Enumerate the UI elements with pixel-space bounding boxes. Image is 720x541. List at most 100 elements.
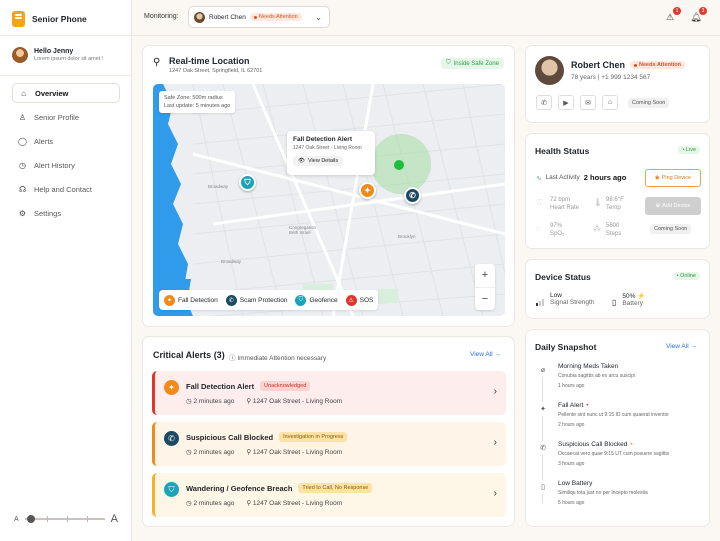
alert-bell-icon[interactable]: ⚠ 1	[664, 7, 681, 24]
pulse-icon: ∿	[536, 174, 542, 182]
view-all-alerts-link[interactable]: View All →	[470, 351, 501, 358]
fall-icon: ✦	[164, 380, 179, 395]
bell-icon[interactable]: 🔔︎ 3	[690, 7, 707, 24]
monitoring-label: Monitoring:	[144, 13, 179, 20]
steps-icon: ⁂	[593, 224, 601, 233]
alert-row-geofence[interactable]: ⛉ Wandering / Geofence Breach Tried to Ca…	[152, 473, 506, 517]
user-subtitle: Lorem ipsum dolor sit amet !	[34, 56, 104, 62]
chevron-right-icon: ›	[493, 437, 497, 448]
zoom-out-button[interactable]: −	[475, 287, 495, 310]
phone-blocked-icon: ✆	[225, 294, 237, 306]
popup-title: Fall Detection Alert	[293, 136, 352, 143]
legend-fall-detection[interactable]: ✦ Fall Detection	[164, 294, 218, 306]
call-icon[interactable]: ✆	[536, 95, 552, 110]
selected-senior-name: Robert Chen	[209, 13, 246, 21]
message-icon[interactable]: ✉	[580, 95, 596, 110]
location-card: ⚲ Real-time Location 1247 Oak Street, Sp…	[142, 45, 515, 327]
critical-alerts-title: Critical Alerts (3)	[153, 350, 225, 360]
legend-scam-protection[interactable]: ✆ Scam Protection	[225, 294, 287, 306]
video-call-icon[interactable]: ▶	[558, 95, 574, 110]
home-icon[interactable]: ⌂	[602, 95, 618, 110]
alert-title: Fall Detection Alert	[186, 381, 255, 391]
alert-time: ◷ 2 minutes ago	[186, 500, 235, 507]
slider-handle[interactable]	[26, 515, 35, 523]
top-bar: Monitoring: Robert Chen Needs Attention …	[132, 0, 720, 36]
location-pin-icon: ⚲	[153, 57, 161, 68]
health-status-card: Health Status • Live ∿ Last Activity 2 hou…	[525, 133, 710, 249]
sidebar-item-senior-profile[interactable]: ♙ Senior Profile	[12, 107, 120, 127]
add-device-button[interactable]: ⊕ Add Device	[645, 197, 701, 215]
senior-details: 78 years | +1 999 1234 567	[571, 74, 651, 81]
legend-sos[interactable]: ⚠ SOS	[345, 294, 373, 306]
user-greeting: Hello Jenny	[34, 48, 74, 55]
device-status-title: Device Status	[535, 272, 591, 282]
sidebar-item-alert-history[interactable]: ◷ Alert History	[12, 155, 120, 175]
map-canvas	[153, 84, 505, 316]
home-icon: ⌂	[21, 88, 26, 98]
safe-zone-badge: ⛉ Inside Safe Zone	[441, 58, 504, 69]
sidebar-nav: ⌂ Overview ♙ Senior Profile ◯ Alerts ◷ A…	[12, 83, 120, 227]
map-label: Brooklyn	[398, 234, 416, 239]
text-size-slider[interactable]	[24, 515, 105, 523]
sidebar-item-help[interactable]: ☊ Help and Contact	[12, 179, 120, 199]
history-icon: ◷	[19, 160, 26, 170]
attention-note: ⓘ Immediate Attention necessary	[229, 355, 327, 362]
sidebar-item-overview[interactable]: ⌂ Overview	[12, 83, 120, 103]
steps: 5600 Steps	[606, 223, 622, 237]
signal-strength: Low Signal Strength	[536, 292, 594, 306]
map[interactable]: Safe Zone: 500m radius Last update: 5 mi…	[153, 84, 505, 316]
shield-check-icon: ⛉	[446, 60, 451, 66]
alert-row-fall[interactable]: ✦ Fall Detection Alert Unacknowledged ◷ 2…	[152, 371, 506, 415]
daily-snapshot-card: Daily Snapshot View All → ⌀ Morning Meds…	[525, 329, 710, 527]
slider-tick	[66, 516, 68, 522]
sidebar-item-label: Senior Profile	[34, 112, 80, 122]
phone-logo-icon	[12, 11, 25, 27]
map-label: Congregation Beth Israel	[289, 225, 317, 235]
headset-icon: ☊	[18, 184, 27, 194]
alert-title: Wandering / Geofence Breach	[186, 483, 293, 493]
status-badge: Tried to Call, No Response	[298, 483, 373, 493]
fall-icon: ✦	[164, 294, 175, 306]
scam-protection-marker[interactable]: ✆	[404, 187, 421, 204]
battery-icon: ▯	[612, 298, 617, 307]
sidebar-item-label: Overview	[35, 88, 69, 98]
status-badge: Investigation in Progress	[279, 432, 348, 442]
phone-blocked-icon: ✆	[536, 441, 550, 455]
coming-soon-badge: Coming Soon	[650, 224, 692, 234]
view-details-button[interactable]: 👁︎ View Details	[293, 156, 344, 166]
divider	[0, 75, 132, 76]
phone-blocked-icon: ✆	[164, 431, 179, 446]
notification-count: 3	[699, 7, 707, 15]
app-logo[interactable]: Senior Phone	[12, 11, 87, 27]
text-size-large-label: A	[110, 513, 118, 525]
chevron-down-icon: ⌄	[315, 13, 322, 22]
ping-device-button[interactable]: ◉ Ping Device	[645, 169, 701, 187]
user-icon: ♙	[18, 112, 27, 122]
sidebar-item-label: Alert History	[34, 160, 75, 170]
sidebar-item-alerts[interactable]: ◯ Alerts	[12, 131, 120, 151]
sidebar-item-label: Settings	[34, 208, 62, 218]
temperature: 98.6°F Temp	[606, 197, 624, 211]
shield-icon: ⛉	[295, 294, 307, 306]
user-profile[interactable]: Hello Jenny Lorem ipsum dolor sit amet !	[12, 47, 103, 63]
critical-alerts-card: Critical Alerts (3) ⓘ Immediate Attentio…	[142, 336, 515, 527]
fall-icon: ✦	[536, 402, 550, 416]
fall-detection-marker[interactable]: ✦	[359, 182, 376, 199]
online-badge: • Online	[672, 272, 700, 280]
map-label: Broadway	[208, 184, 229, 189]
senior-select[interactable]: Robert Chen Needs Attention ⌄	[188, 6, 330, 28]
location-title: Real-time Location	[169, 56, 250, 66]
legend-geofence[interactable]: ⛉ Geofence	[295, 294, 338, 306]
signal-icon	[536, 299, 544, 306]
alert-row-scam[interactable]: ✆ Suspicious Call Blocked Investigation i…	[152, 422, 506, 466]
coming-soon-badge: Coming Soon	[628, 98, 670, 108]
senior-profile-card: Robert Chen Needs Attention 78 years | +1…	[525, 45, 710, 123]
sidebar-item-settings[interactable]: ⚙ Settings	[12, 203, 120, 223]
geofence-marker[interactable]: ⛉	[239, 174, 256, 191]
zoom-in-button[interactable]: +	[475, 264, 495, 287]
thermometer-icon: 🌡︎	[593, 198, 604, 207]
view-all-snapshot-link[interactable]: View All →	[666, 343, 697, 350]
sidebar: Senior Phone Hello Jenny Lorem ipsum dol…	[0, 0, 132, 541]
daily-snapshot-title: Daily Snapshot	[535, 342, 597, 352]
pill-icon: ⌀	[536, 363, 550, 377]
